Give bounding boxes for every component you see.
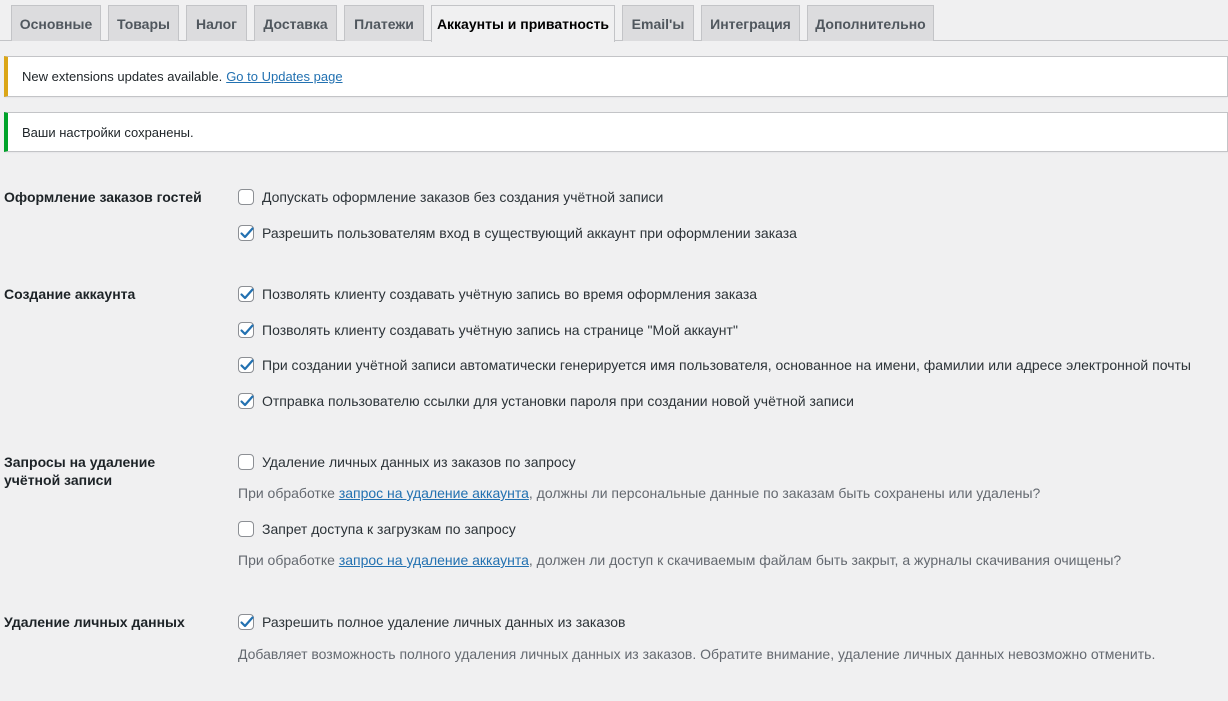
checkmark-icon: [240, 395, 254, 407]
updates-notice: New extensions updates available. Go to …: [4, 56, 1228, 97]
personal-data-removal-option[interactable]: Разрешить полное удаление личных данных …: [238, 613, 625, 631]
checkmark-icon: [240, 288, 254, 300]
checkbox-label: Допускать оформление заказов без создани…: [262, 189, 664, 205]
checkbox-label: Запрет доступа к загрузкам по запросу: [262, 521, 516, 537]
checkmark-icon: [240, 359, 254, 371]
tab-products[interactable]: Товары: [108, 5, 179, 41]
erasure-requests-label: Запросы на удаление учётной записи: [4, 454, 156, 488]
checkbox[interactable]: [238, 322, 254, 338]
settings-saved-notice: Ваши настройки сохранены.: [4, 112, 1228, 152]
account-creation-option-1[interactable]: Позволять клиенту создавать учётную запи…: [238, 285, 757, 303]
tab-advanced[interactable]: Дополнительно: [807, 5, 934, 41]
tab-accounts-privacy[interactable]: Аккаунты и приватность: [431, 5, 615, 42]
erasure-downloads-description: При обработке запрос на удаление аккаунт…: [238, 551, 1121, 569]
checkbox-label: Отправка пользователю ссылки для установ…: [262, 393, 854, 409]
checkbox-label: Разрешить пользователям вход в существую…: [262, 225, 797, 241]
account-creation-label: Создание аккаунта: [4, 286, 136, 302]
tab-emails[interactable]: Email'ы: [622, 5, 694, 41]
erasure-request-link[interactable]: запрос на удаление аккаунта: [339, 485, 529, 501]
erasure-request-link[interactable]: запрос на удаление аккаунта: [339, 552, 529, 568]
account-creation-option-3[interactable]: При создании учётной записи автоматическ…: [238, 356, 1191, 374]
settings-saved-text: Ваши настройки сохранены.: [22, 124, 194, 140]
checkbox-label: Разрешить полное удаление личных данных …: [262, 614, 626, 630]
settings-tab-bar: Основные Товары Налог Доставка Платежи А…: [0, 0, 1228, 42]
tab-general[interactable]: Основные: [11, 5, 101, 41]
checkbox[interactable]: [238, 357, 254, 373]
description-text: При обработке: [238, 552, 339, 568]
guest-checkout-option-2[interactable]: Разрешить пользователям вход в существую…: [238, 224, 797, 242]
guest-checkout-label: Оформление заказов гостей: [4, 189, 202, 205]
erasure-option-downloads[interactable]: Запрет доступа к загрузкам по запросу: [238, 520, 516, 538]
checkmark-icon: [240, 616, 254, 628]
account-creation-option-4[interactable]: Отправка пользователю ссылки для установ…: [238, 392, 854, 410]
checkmark-icon: [240, 227, 254, 239]
checkbox-label: Удаление личных данных из заказов по зап…: [262, 454, 576, 470]
personal-data-removal-description: Добавляет возможность полного удаления л…: [238, 646, 1156, 662]
erasure-orders-description: При обработке запрос на удаление аккаунт…: [238, 484, 1040, 502]
tab-integration[interactable]: Интеграция: [701, 5, 800, 41]
checkbox[interactable]: [238, 286, 254, 302]
checkbox[interactable]: [238, 225, 254, 241]
erasure-option-orders[interactable]: Удаление личных данных из заказов по зап…: [238, 453, 576, 471]
checkmark-icon: [240, 324, 254, 336]
checkbox-label: Позволять клиенту создавать учётную запи…: [262, 322, 738, 338]
tab-payments[interactable]: Платежи: [344, 5, 424, 41]
guest-checkout-option-1[interactable]: Допускать оформление заказов без создани…: [238, 188, 663, 206]
checkbox[interactable]: [238, 614, 254, 630]
description-text: , должны ли персональные данные по заказ…: [528, 485, 1041, 501]
account-creation-option-2[interactable]: Позволять клиенту создавать учётную запи…: [238, 321, 738, 339]
go-to-updates-link[interactable]: Go to Updates page: [226, 69, 342, 84]
tab-tax[interactable]: Налог: [186, 5, 247, 41]
description-text: , должен ли доступ к скачиваемым файлам …: [528, 552, 1122, 568]
personal-data-removal-label: Удаление личных данных: [4, 614, 185, 630]
checkbox[interactable]: [238, 189, 254, 205]
checkbox-label: При создании учётной записи автоматическ…: [262, 357, 1191, 373]
updates-notice-text: New extensions updates available.: [22, 69, 223, 84]
checkbox[interactable]: [238, 521, 254, 537]
description-text: При обработке: [238, 485, 339, 501]
tab-shipping[interactable]: Доставка: [254, 5, 337, 41]
checkbox[interactable]: [238, 393, 254, 409]
checkbox[interactable]: [238, 454, 254, 470]
checkbox-label: Позволять клиенту создавать учётную запи…: [262, 286, 758, 302]
